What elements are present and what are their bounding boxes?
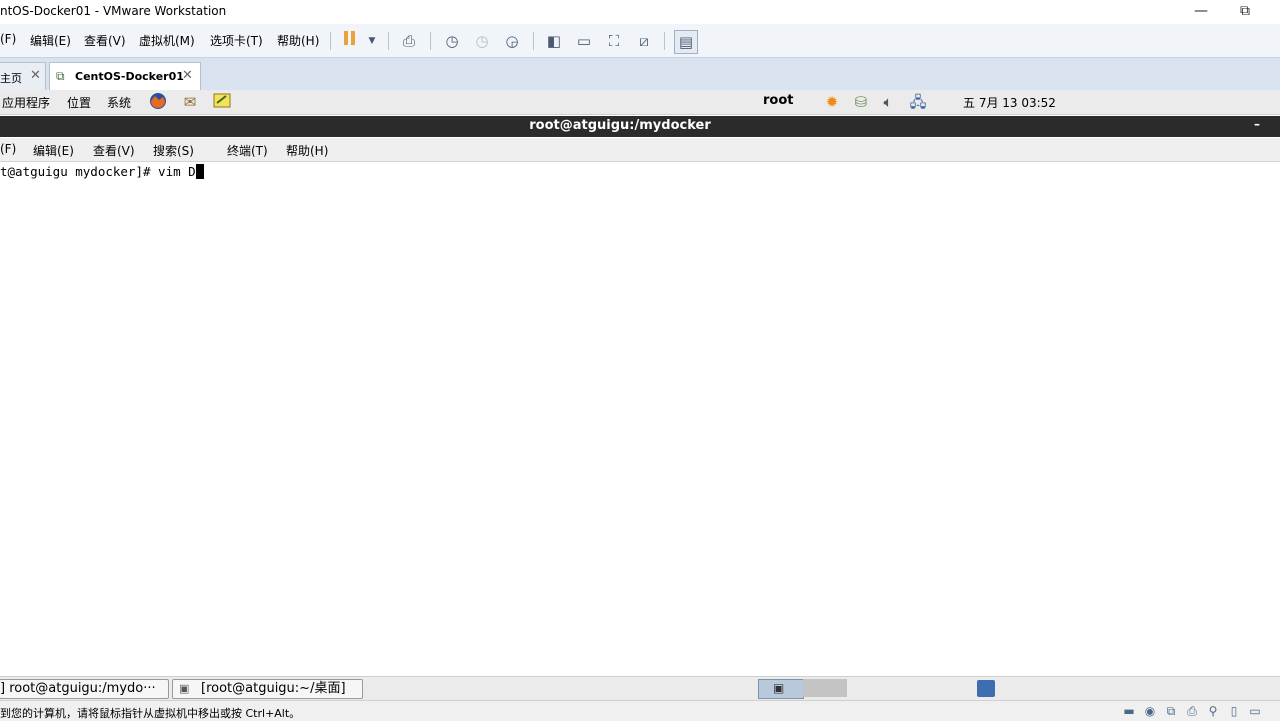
menu-view[interactable]: 查看(V) [84, 32, 126, 49]
unity-icon[interactable]: ⧄ [633, 30, 655, 52]
network-icon[interactable]: ⛁ [851, 92, 871, 112]
menu-tabs[interactable]: 选项卡(T) [210, 32, 263, 49]
text-cursor [195, 164, 204, 179]
usb-icon[interactable]: ⚲ [1205, 704, 1221, 718]
toolbar-separator [664, 32, 665, 50]
terminal-minimize-button[interactable]: – [1254, 117, 1260, 131]
tab-home[interactable]: 主页 ✕ [0, 62, 46, 91]
command-line[interactable]: t@atguigu mydocker]# vim D [0, 164, 204, 179]
toolbar-separator [430, 32, 431, 50]
fullscreen-icon[interactable]: ⛶ [603, 30, 625, 52]
send-keys-icon[interactable]: ⎙ [398, 30, 420, 52]
menu-help[interactable]: 帮助(H) [277, 32, 319, 49]
dropdown-icon[interactable]: ▼ [361, 30, 383, 52]
vmware-title-bar: ntOS-Docker01 - VMware Workstation — ⧉ [0, 0, 1280, 24]
close-icon[interactable]: ✕ [30, 68, 41, 83]
system-menu[interactable]: 系统 [107, 94, 131, 111]
minimize-button[interactable]: — [1178, 0, 1224, 24]
tab-vm-label: CentOS-Docker01 [75, 70, 184, 83]
term-menu-terminal[interactable]: 终端(T) [227, 142, 268, 159]
term-menu-search[interactable]: 搜索(S) [153, 142, 194, 159]
menu-file[interactable]: (F) [0, 32, 16, 46]
thumbnail-icon[interactable]: ▤ [674, 30, 698, 54]
applications-menu[interactable]: 应用程序 [2, 94, 50, 111]
hard-disk-icon[interactable]: ▬ [1121, 704, 1137, 718]
terminal-title-bar: root@atguigu:/mydocker – [0, 116, 1280, 137]
snapshot-manager-icon[interactable]: ◶ [501, 30, 523, 52]
terminal-icon: ▣ [179, 682, 190, 695]
toolbar-separator [533, 32, 534, 50]
update-notifier-icon[interactable]: ✹ [822, 92, 842, 112]
volume-icon[interactable]: 🔈︎ [878, 92, 898, 112]
taskbar-item-terminal-desktop[interactable]: ▣ [root@atguigu:~/桌面] [172, 679, 363, 699]
workspace-2[interactable] [803, 679, 847, 697]
terminal-title: root@atguigu:/mydocker [529, 118, 711, 133]
terminal-icon: ▣ [773, 681, 785, 695]
sound-card-icon[interactable]: ▯ [1226, 704, 1242, 718]
status-message: 到您的计算机，请将鼠标指针从虚拟机中移出或按 Ctrl+Alt。 [0, 707, 301, 720]
toolbar-separator [388, 32, 389, 50]
sidebar-icon[interactable]: ◧ [543, 30, 565, 52]
pause-icon[interactable] [339, 30, 361, 52]
gnome-bottom-panel: ] root@atguigu:/mydo··· ▣ [root@atguigu:… [0, 676, 1280, 700]
gnome-top-panel: 应用程序 位置 系统 ✉ root ✹ ⛁ 🔈︎ 🖧︎ 五 7月 13 03:5… [0, 90, 1280, 115]
firefox-icon[interactable] [148, 92, 168, 112]
prompt-text: t@atguigu mydocker]# vim D [0, 164, 196, 179]
vm-icon: ⧉ [56, 69, 65, 83]
term-menu-help[interactable]: 帮助(H) [286, 142, 328, 159]
trash-icon[interactable] [977, 680, 995, 697]
tab-home-label: 主页 [0, 72, 22, 85]
menu-vm[interactable]: 虚拟机(M) [139, 32, 195, 49]
terminal-menu-bar: (F) 编辑(E) 查看(V) 搜索(S) 终端(T) 帮助(H) [0, 138, 1280, 162]
network-adapter-icon[interactable]: ⧉ [1163, 704, 1179, 718]
revert-snapshot-icon[interactable]: ◷ [471, 30, 493, 52]
display-icon[interactable]: 🖧︎ [908, 92, 928, 112]
menu-edit[interactable]: 编辑(E) [30, 32, 71, 49]
taskbar-item-label: [root@atguigu:~/桌面] [201, 681, 346, 696]
snapshot-icon[interactable]: ◷ [441, 30, 463, 52]
vmware-status-bar: 到您的计算机，请将鼠标指针从虚拟机中移出或按 Ctrl+Alt。 ▬ ◉ ⧉ ⎙… [0, 700, 1280, 721]
clock[interactable]: 五 7月 13 03:52 [963, 94, 1056, 111]
vmware-tab-strip: 主页 ✕ ⧉ CentOS-Docker01 ✕ [0, 58, 1280, 91]
cd-rom-icon[interactable]: ◉ [1142, 704, 1158, 718]
display-settings-icon[interactable]: ▭ [1247, 704, 1263, 718]
printer-icon[interactable]: ⎙ [1184, 704, 1200, 718]
close-icon[interactable]: ✕ [182, 68, 193, 83]
term-menu-file[interactable]: (F) [0, 142, 16, 156]
toolbar-separator [330, 32, 331, 50]
taskbar-item-terminal-mydocker[interactable]: ] root@atguigu:/mydo··· [0, 679, 169, 699]
restore-button[interactable]: ⧉ [1222, 0, 1268, 24]
window-title: ntOS-Docker01 - VMware Workstation [0, 4, 227, 18]
notes-icon[interactable] [212, 92, 232, 112]
workspace-1[interactable]: ▣ [758, 679, 804, 699]
term-menu-view[interactable]: 查看(V) [93, 142, 135, 159]
user-name[interactable]: root [763, 93, 794, 108]
places-menu[interactable]: 位置 [67, 94, 91, 111]
term-menu-edit[interactable]: 编辑(E) [33, 142, 74, 159]
terminal-body[interactable]: t@atguigu mydocker]# vim D [0, 162, 1280, 675]
taskbar-item-label: ] root@atguigu:/mydo··· [0, 681, 156, 696]
mail-icon[interactable]: ✉ [180, 92, 200, 112]
vmware-menu-bar: (F) 编辑(E) 查看(V) 虚拟机(M) 选项卡(T) 帮助(H) ▼ ⎙ … [0, 24, 1280, 58]
tab-centos-docker01[interactable]: ⧉ CentOS-Docker01 ✕ [49, 62, 201, 91]
console-view-icon[interactable]: ▭ [573, 30, 595, 52]
